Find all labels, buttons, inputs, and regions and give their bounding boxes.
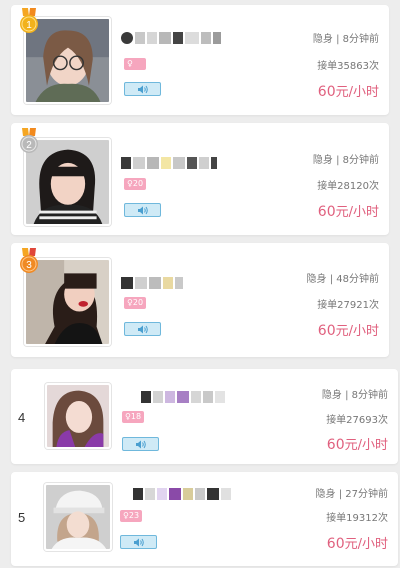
- avatar[interactable]: [45, 383, 111, 449]
- gold-medal-icon: 1: [19, 8, 39, 34]
- svg-text:2: 2: [26, 140, 32, 151]
- username-redacted: [121, 157, 217, 169]
- avatar[interactable]: [44, 483, 112, 551]
- price: 60元/小时: [326, 437, 388, 453]
- avatar-photo: [47, 385, 109, 447]
- svg-text:1: 1: [26, 20, 32, 31]
- online-status: 隐身 | 8分钟前: [321, 390, 388, 401]
- speaker-icon: [137, 206, 148, 214]
- ranking-card[interactable]: 5 ♀23 隐身 | 27分钟前 接单19312次 60元/小时: [11, 472, 398, 566]
- silver-medal-icon: 2: [19, 128, 39, 154]
- age-badge: ♀: [124, 58, 146, 70]
- online-status: 隐身 | 27分钟前: [315, 489, 388, 500]
- price: 60元/小时: [326, 536, 388, 552]
- rank-number: 5: [18, 510, 26, 525]
- online-status: 隐身 | 8分钟前: [312, 155, 379, 166]
- voice-play-button[interactable]: [120, 535, 157, 549]
- username-redacted: [121, 277, 183, 289]
- svg-text:3: 3: [26, 260, 32, 271]
- username-redacted: [133, 488, 231, 500]
- order-count: 接单28120次: [317, 181, 379, 192]
- voice-play-button[interactable]: [124, 203, 161, 217]
- order-count: 接单27693次: [326, 415, 388, 426]
- age-badge: ♀23: [120, 510, 143, 522]
- ranking-card[interactable]: 1 ♀ 隐身 | 8分钟前 接单35863次 60元/小时: [11, 5, 389, 115]
- speaker-icon: [135, 440, 146, 448]
- online-status: 隐身 | 8分钟前: [312, 34, 379, 45]
- avatar-photo: [46, 485, 110, 549]
- ranking-card[interactable]: 2 ♀20 隐身 | 8分钟前 接单28120次 60元/小时: [11, 123, 389, 235]
- speaker-icon: [137, 325, 148, 333]
- order-count: 接单27921次: [317, 300, 379, 311]
- speaker-icon: [137, 85, 148, 93]
- price: 60元/小时: [317, 323, 379, 339]
- price: 60元/小时: [317, 204, 379, 220]
- voice-play-button[interactable]: [124, 82, 161, 96]
- order-count: 接单19312次: [326, 513, 388, 524]
- age-badge: ♀20: [124, 297, 147, 309]
- age-badge: ♀20: [124, 178, 147, 190]
- order-count: 接单35863次: [317, 61, 379, 72]
- username-redacted: [141, 391, 225, 403]
- username-redacted: [121, 32, 221, 44]
- online-status: 隐身 | 48分钟前: [306, 274, 379, 285]
- ranking-card[interactable]: 4 ♀18 隐身 | 8分钟前 接单27693次 60元/小时: [11, 369, 398, 464]
- rank-number: 4: [18, 410, 26, 425]
- voice-play-button[interactable]: [122, 437, 159, 451]
- speaker-icon: [133, 538, 144, 546]
- bronze-medal-icon: 3: [19, 248, 39, 274]
- voice-play-button[interactable]: [124, 322, 161, 336]
- price: 60元/小时: [317, 84, 379, 100]
- age-badge: ♀18: [122, 411, 145, 423]
- ranking-card[interactable]: 3 ♀20 隐身 | 48分钟前 接单27921次 60元/小时: [11, 243, 389, 357]
